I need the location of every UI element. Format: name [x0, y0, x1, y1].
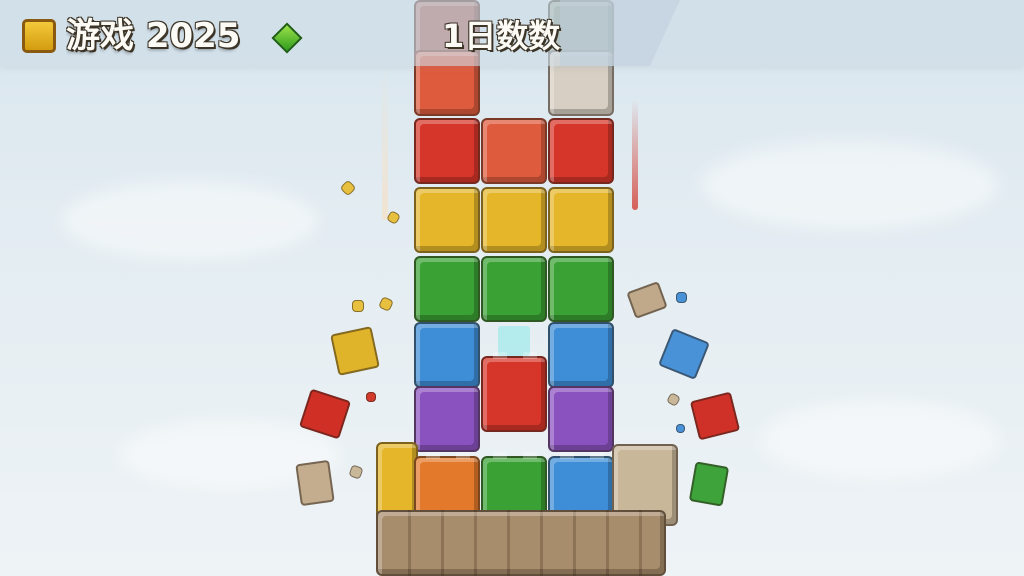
block-blue[interactable]: [548, 322, 614, 388]
block-stud: [523, 352, 537, 359]
stone-foundation: [376, 510, 666, 576]
block-red[interactable]: [548, 118, 614, 184]
debris-stone: [295, 459, 335, 507]
day-counter: 1日数数: [442, 17, 561, 55]
block-stud: [590, 452, 604, 459]
block-tower: [0, 0, 1024, 576]
block-yellow[interactable]: [481, 187, 547, 253]
block-stud: [523, 452, 537, 459]
block-green[interactable]: [481, 256, 547, 322]
debris-chip: [676, 292, 687, 303]
block-green[interactable]: [414, 256, 480, 322]
block-stud: [456, 452, 470, 459]
block-red[interactable]: [414, 118, 480, 184]
block-stud: [426, 452, 440, 459]
block-yellow[interactable]: [548, 187, 614, 253]
debris-chip: [676, 424, 685, 433]
game-scene: [0, 0, 1024, 576]
falling-red-block[interactable]: [481, 352, 547, 432]
block-stud: [493, 452, 507, 459]
block-purple[interactable]: [414, 386, 480, 452]
block-blue[interactable]: [414, 322, 480, 388]
yellow-block-icon: [22, 19, 56, 53]
debris-chip: [366, 392, 376, 402]
block-stud: [560, 452, 574, 459]
block-yellow[interactable]: [414, 187, 480, 253]
hud-divider: [560, 0, 680, 66]
green-gem-icon[interactable]: [271, 22, 303, 54]
debris-green-block: [688, 461, 730, 507]
debris-yellow-block: [330, 326, 380, 376]
block-stud: [493, 352, 507, 359]
block-purple[interactable]: [548, 386, 614, 452]
debris-chip: [352, 300, 364, 312]
game-title: 游戏 2025: [66, 16, 241, 56]
top-hud-bar: 游戏 2025 1日数数: [0, 0, 1024, 66]
block-green[interactable]: [548, 256, 614, 322]
block-red[interactable]: [481, 118, 547, 184]
